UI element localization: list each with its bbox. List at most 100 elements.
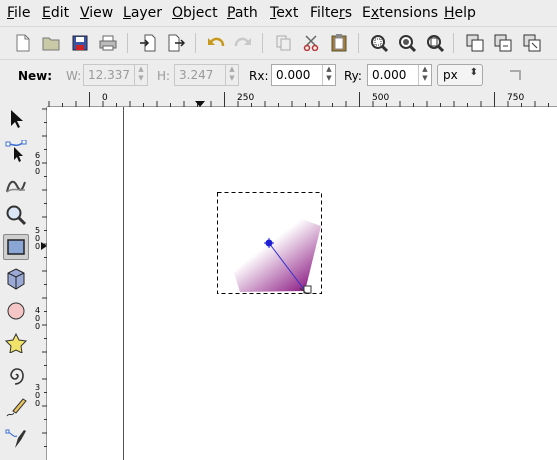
width-value: 12.337 [88, 68, 130, 82]
folder-open-icon [42, 37, 60, 51]
zoom-drawing-button[interactable] [395, 31, 419, 55]
scissors-icon [303, 35, 319, 51]
not-rounded-button[interactable] [503, 63, 527, 87]
3d-box-tool[interactable] [3, 266, 29, 292]
menu-extensions[interactable]: Extensions [362, 5, 438, 21]
copy-icon [276, 35, 291, 51]
ruler-label: 4 0 0 [35, 306, 41, 331]
height-label: H: [157, 69, 171, 83]
unlink-clone-icon [523, 34, 541, 52]
menu-object[interactable]: Object [172, 5, 218, 21]
new-document-icon [16, 34, 30, 52]
save-icon [72, 35, 88, 51]
node-editor-icon [5, 140, 27, 162]
menu-filters[interactable]: Filters [310, 5, 352, 21]
node-tool[interactable] [3, 138, 29, 164]
duplicate-icon [466, 34, 484, 52]
mode-label: New: [18, 69, 53, 83]
toolbox [0, 92, 33, 460]
toolbar-separator [195, 33, 196, 53]
export-icon [168, 34, 185, 52]
ry-label: Ry: [344, 69, 362, 83]
save-button[interactable] [68, 31, 92, 55]
menu-text[interactable]: Text [270, 5, 298, 21]
width-spin-arrows[interactable]: ▲ ▼ [134, 65, 147, 85]
commands-toolbar [0, 26, 557, 59]
ry-value: 0.000 [372, 68, 407, 82]
unit-select[interactable]: px ⬍ [437, 64, 483, 86]
rx-spin-arrows[interactable]: ▲ ▼ [322, 65, 335, 85]
menu-edit[interactable]: Edit [42, 5, 69, 21]
rx-spinbox[interactable]: 0.000 ▲ ▼ [271, 64, 336, 86]
height-spinbox[interactable]: 3.247 ▲ ▼ [174, 64, 239, 86]
spiral-tool[interactable] [3, 362, 29, 388]
clone-button[interactable] [491, 31, 515, 55]
menu-help[interactable]: Help [444, 5, 476, 21]
ry-spin-arrows[interactable]: ▲ ▼ [418, 65, 431, 85]
ruler-label: 750 [507, 93, 525, 103]
spiral-icon [10, 368, 24, 385]
unlink-clone-button[interactable] [520, 31, 544, 55]
rx-label: Rx: [249, 69, 269, 83]
clipboard-icon [331, 34, 347, 52]
zoom-selection-button[interactable] [367, 31, 391, 55]
unit-value: px [443, 68, 458, 82]
cut-button[interactable] [299, 31, 323, 55]
copy-button[interactable] [272, 31, 296, 55]
export-button[interactable] [164, 31, 188, 55]
tweak-tool[interactable] [3, 170, 29, 196]
horizontal-ruler[interactable]: 0 250 500 750 [47, 92, 557, 107]
undo-icon [208, 37, 225, 47]
zoom-page-button[interactable] [423, 31, 447, 55]
rectangle-tool[interactable] [3, 234, 29, 260]
menu-bar: File Edit View Layer Object Path Text Fi… [0, 0, 557, 26]
width-label: W: [66, 69, 82, 83]
menu-view[interactable]: View [80, 5, 113, 21]
updown-icon: ⬍ [469, 67, 478, 78]
pen-tool[interactable] [3, 426, 29, 452]
zoom-drawing-icon [399, 35, 416, 52]
horizontal-ruler-ticks [48, 92, 549, 107]
height-spin-arrows[interactable]: ▲ ▼ [225, 65, 238, 85]
menu-path[interactable]: Path [227, 5, 258, 21]
selector-tool[interactable] [3, 106, 29, 132]
zoom-tool[interactable] [3, 202, 29, 228]
undo-button[interactable] [204, 31, 228, 55]
duplicate-button[interactable] [463, 31, 487, 55]
3d-box-icon [7, 268, 25, 290]
ruler-label: 250 [237, 93, 255, 103]
open-button[interactable] [39, 31, 63, 55]
import-icon [140, 34, 156, 52]
rx-value: 0.000 [276, 68, 311, 82]
menu-file[interactable]: File [7, 5, 30, 21]
pencil-tool[interactable] [3, 394, 29, 420]
import-button[interactable] [136, 31, 160, 55]
ruler-label: 500 [372, 93, 390, 103]
redo-button[interactable] [231, 31, 255, 55]
arrow-pointer-icon [11, 110, 23, 128]
pencil-icon [6, 398, 27, 417]
height-value: 3.247 [179, 68, 214, 82]
menu-layer[interactable]: Layer [123, 5, 162, 21]
vertical-ruler[interactable]: 6 0 0 5 0 0 4 0 0 3 0 0 [33, 107, 47, 460]
ruler-label: 6 0 0 [35, 151, 41, 176]
ruler-label: 3 0 0 [35, 383, 41, 408]
paste-button[interactable] [327, 31, 351, 55]
star-icon [5, 333, 27, 353]
ry-spinbox[interactable]: 0.000 ▲ ▼ [367, 64, 432, 86]
print-icon [99, 35, 117, 51]
ruler-label: 5 0 0 [35, 226, 41, 251]
toolbar-separator [453, 33, 454, 53]
width-spinbox[interactable]: 12.337 ▲ ▼ [83, 64, 148, 86]
ruler-label: 0 [102, 93, 108, 103]
new-document-button[interactable] [11, 31, 35, 55]
print-button[interactable] [96, 31, 120, 55]
toolbar-separator [127, 33, 128, 53]
square-corner-icon [510, 70, 521, 80]
drawing-canvas[interactable] [47, 107, 557, 460]
ellipse-tool[interactable] [3, 298, 29, 324]
clone-icon [494, 34, 512, 52]
pen-icon [5, 429, 26, 448]
zoom-page-icon [427, 35, 444, 52]
star-tool[interactable] [3, 330, 29, 356]
